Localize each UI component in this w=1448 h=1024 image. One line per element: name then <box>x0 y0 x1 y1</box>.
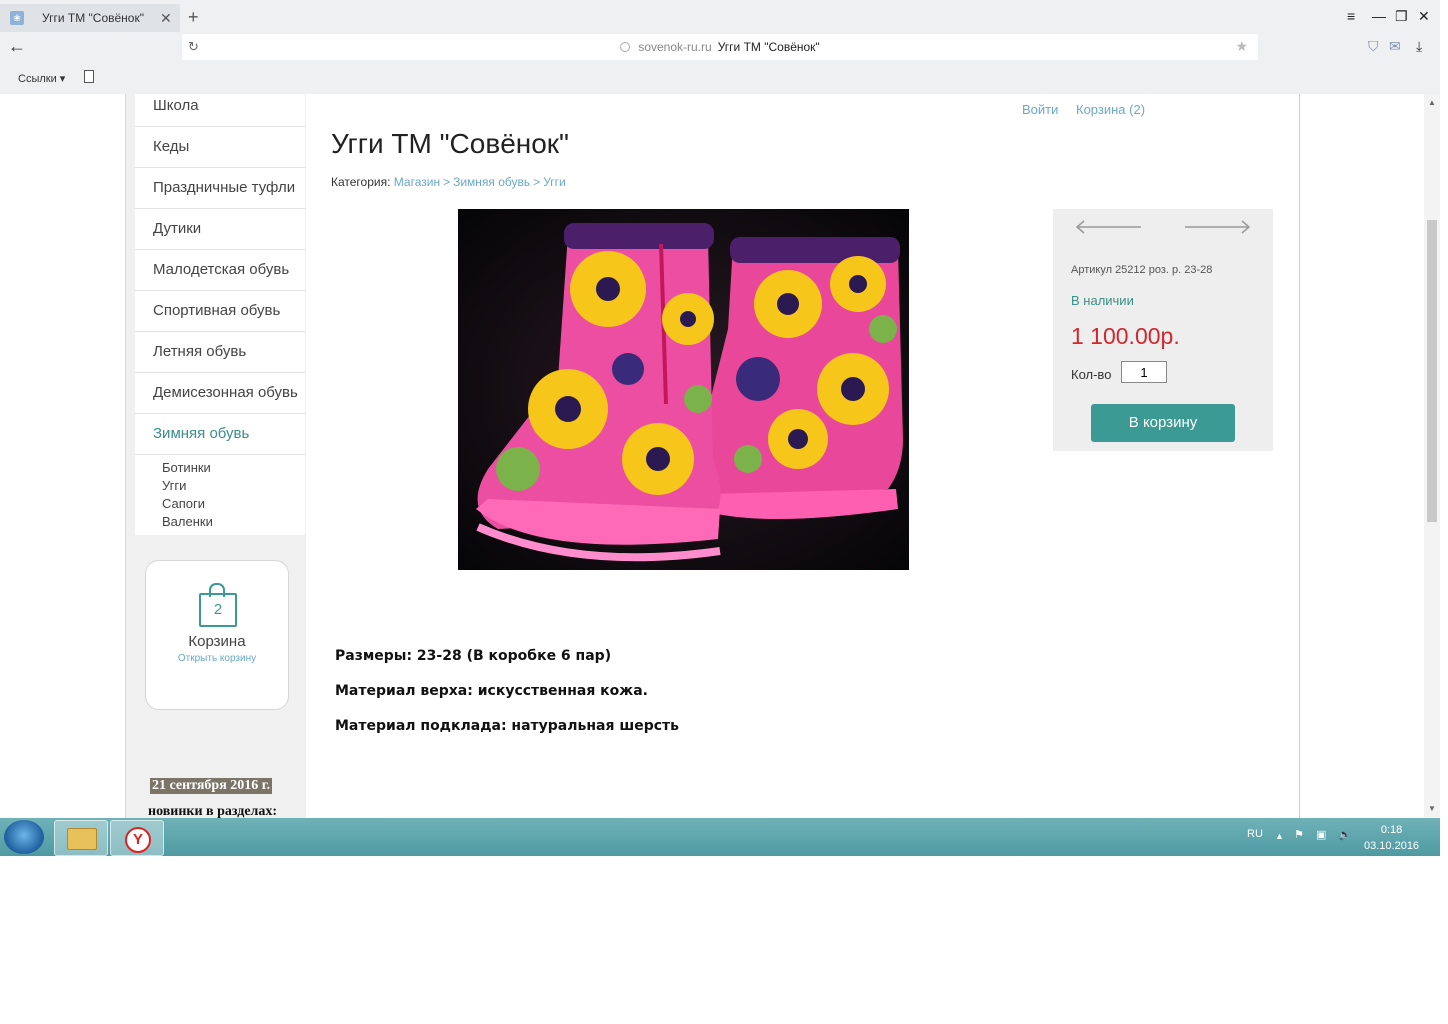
back-icon[interactable]: ← <box>8 36 26 57</box>
close-tab-icon[interactable]: ✕ <box>160 10 176 27</box>
breadcrumb-separator: > <box>443 175 451 189</box>
submenu-item-high-boots[interactable]: Сапоги <box>162 495 297 513</box>
web-page: Школа Кеды Праздничные туфли Дутики Мало… <box>0 94 1440 818</box>
browser-menu-icon[interactable]: ≡ <box>1347 8 1355 24</box>
address-bar[interactable]: ↻ sovenok-ru.ru Угги ТМ "Совёнок" ★ <box>182 34 1258 60</box>
show-hidden-icons-icon[interactable]: ▲ <box>1275 831 1284 841</box>
quantity-input[interactable] <box>1121 361 1167 383</box>
description-sizes: Размеры: 23-28 (В коробке 6 пар) <box>335 648 612 664</box>
clock-time: 0:18 <box>1380 824 1403 836</box>
cart-count: 2 <box>199 593 237 627</box>
address-row: ← ↻ sovenok-ru.ru Угги ТМ "Совёнок" ★ <box>0 32 1440 62</box>
add-to-cart-button[interactable]: В корзину <box>1091 404 1235 442</box>
shield-icon[interactable]: ⛉ <box>1368 38 1379 55</box>
open-cart-link[interactable]: Открыть корзину <box>146 653 288 664</box>
product-title: Угги ТМ "Совёнок" <box>331 128 569 159</box>
submenu-item-boots[interactable]: Ботинки <box>162 459 297 477</box>
availability-status: В наличии <box>1071 293 1134 308</box>
menu-item-toddler-shoes[interactable]: Малодетская обувь <box>135 250 305 291</box>
category-label: Категория: <box>331 175 391 189</box>
product-photo[interactable] <box>458 209 909 570</box>
bookmarks-folder[interactable]: Ссылки ▾ <box>18 72 65 85</box>
taskbar: Y RU ▲ ⚑ ▣ 🔈 0:18 03.10.2016 <box>0 818 1440 856</box>
purchase-panel: Артикул 25212 роз. р. 23-28 В наличии 1 … <box>1053 209 1273 451</box>
menu-item-summer-shoes[interactable]: Летняя обувь <box>135 332 305 373</box>
scroll-down-icon[interactable]: ▼ <box>1428 804 1436 813</box>
document-icon[interactable] <box>84 70 94 83</box>
breadcrumb: Категория: Магазин > Зимняя обувь > Угги <box>331 175 566 189</box>
window-close-icon[interactable]: ✕ <box>1418 8 1430 25</box>
action-center-flag-icon[interactable]: ⚑ <box>1294 828 1304 841</box>
system-clock[interactable]: 0:18 03.10.2016 <box>1364 822 1419 854</box>
bookmark-star-icon[interactable]: ★ <box>1235 38 1248 55</box>
restore-icon[interactable]: ❐ <box>1395 8 1408 25</box>
scroll-up-icon[interactable]: ▲ <box>1428 98 1436 107</box>
news-text: новинки в разделах: <box>148 804 278 818</box>
folder-icon <box>67 828 97 850</box>
boots-photo-illustration <box>458 209 909 570</box>
submenu-item-uggs[interactable]: Угги <box>162 477 297 495</box>
header-cart-link[interactable]: Корзина (2) <box>1076 102 1145 117</box>
prev-arrow-icon[interactable] <box>1073 217 1143 242</box>
description-lining-material: Материал подклада: натуральная шерсть <box>335 718 679 734</box>
menu-item-sport-shoes[interactable]: Спортивная обувь <box>135 291 305 332</box>
minimize-icon[interactable]: — <box>1372 8 1386 24</box>
clock-date: 03.10.2016 <box>1364 840 1420 852</box>
mail-icon[interactable]: ✉ <box>1389 38 1401 55</box>
browser-tab[interactable]: ❀ Угги ТМ "Совёнок" ✕ <box>0 4 180 32</box>
product-price: 1 100.00р. <box>1071 323 1180 349</box>
cart-widget-title: Корзина <box>188 633 246 650</box>
yandex-browser-icon: Y <box>125 827 151 853</box>
winter-submenu: Ботинки Угги Сапоги Валенки <box>135 455 297 535</box>
network-icon[interactable]: ▣ <box>1316 828 1326 841</box>
menu-item-moon-boots[interactable]: Дутики <box>135 209 305 250</box>
content-divider <box>1299 94 1300 818</box>
site-favicon-icon: ❀ <box>10 11 24 25</box>
menu-item-festive-shoes[interactable]: Праздничные туфли <box>135 168 305 209</box>
page-scrollbar[interactable]: ▲ ▼ <box>1424 94 1440 818</box>
bookmarks-bar: Ссылки ▾ <box>0 62 1440 95</box>
explorer-taskbar-button[interactable] <box>54 820 108 856</box>
submenu-item-valenki[interactable]: Валенки <box>162 513 297 531</box>
menu-item-winter-shoes[interactable]: Зимняя обувь <box>135 414 305 455</box>
menu-item-sneakers[interactable]: Кеды <box>135 127 305 168</box>
url-page-title: Угги ТМ "Совёнок" <box>717 40 820 54</box>
breadcrumb-uggs[interactable]: Угги <box>543 175 566 189</box>
breadcrumb-shop[interactable]: Магазин <box>394 175 440 189</box>
yandex-browser-taskbar-button[interactable]: Y <box>110 820 164 856</box>
description-upper-material: Материал верха: искусственная кожа. <box>335 683 648 699</box>
menu-item-school[interactable]: Школа <box>135 94 305 127</box>
product-sku: Артикул 25212 роз. р. 23-28 <box>1071 264 1213 276</box>
site-info-icon[interactable] <box>620 42 631 52</box>
shopping-bag-icon: 2 <box>199 583 237 627</box>
browser-titlebar: ❀ Угги ТМ "Совёнок" ✕ + ≡ — ❐ ✕ <box>0 0 1440 32</box>
language-indicator[interactable]: RU <box>1247 828 1263 840</box>
category-menu: Школа Кеды Праздничные туфли Дутики Мало… <box>135 94 305 535</box>
new-tab-icon[interactable]: + <box>188 7 199 28</box>
news-date: 21 сентября 2016 г. <box>150 778 273 794</box>
download-icon[interactable]: ⤓ <box>1416 38 1422 55</box>
tab-title: Угги ТМ "Совёнок" <box>42 11 144 25</box>
url-host: sovenok-ru.ru <box>638 40 712 54</box>
breadcrumb-winter-shoes[interactable]: Зимняя обувь <box>453 175 530 189</box>
windows-start-icon[interactable] <box>4 820 44 854</box>
menu-item-demi-season-shoes[interactable]: Демисезонная обувь <box>135 373 305 414</box>
volume-icon[interactable]: 🔈 <box>1338 828 1352 841</box>
url-text[interactable]: sovenok-ru.ru Угги ТМ "Совёнок" <box>182 40 1258 54</box>
quantity-label: Кол-во <box>1071 367 1112 382</box>
breadcrumb-separator: > <box>533 175 541 189</box>
scroll-thumb[interactable] <box>1427 220 1437 522</box>
cart-widget[interactable]: 2 Корзина Открыть корзину <box>145 560 289 710</box>
next-arrow-icon[interactable] <box>1183 217 1253 242</box>
login-link[interactable]: Войти <box>1022 102 1058 117</box>
